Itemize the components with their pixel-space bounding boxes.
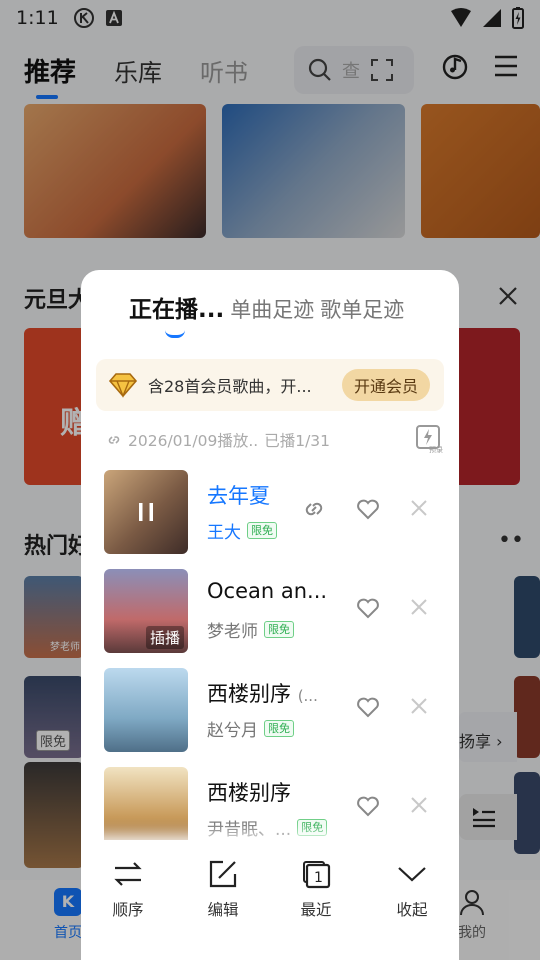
collapse-label: 收起 [396,901,428,919]
svg-text:预录: 预录 [429,445,443,454]
recent-button[interactable]: 1 最近 [281,858,351,920]
favorite-heart-icon[interactable] [355,694,381,720]
song-artist: 梦老师 限免 [207,617,294,642]
song-cover [104,767,188,851]
remove-song-icon[interactable] [409,597,429,617]
free-badge: 限免 [264,720,294,737]
song-cover [104,470,188,554]
remove-song-icon[interactable] [409,498,429,518]
song-title: Ocean an... [207,579,327,603]
play-history-row: 2026/01/09播放.. 已播1/31 [106,427,440,453]
order-label: 顺序 [112,901,144,919]
edit-icon [209,860,237,888]
tab-song-history[interactable]: 单曲足迹 [230,294,314,324]
song-artist: 尹昔眠、... 限免 [207,815,328,840]
song-artist-name: 赵兮月 [207,721,258,741]
preload-icon[interactable]: 预录 [415,424,445,454]
queue-tabs: 正在播... 单曲足迹 歌单足迹 [129,290,404,338]
song-list: 去年夏 王大 限免 插播 Ocean an... 梦老师 限免 西楼别序 (..… [81,468,459,864]
edit-label: 编辑 [207,901,239,919]
song-title: 去年夏 [207,480,270,510]
recent-icon: 1 [303,861,331,889]
remove-song-icon[interactable] [409,795,429,815]
song-title: 西楼别序 [207,777,291,807]
song-item[interactable]: 插播 Ocean an... 梦老师 限免 [81,567,459,666]
song-artist: 王大 限免 [207,518,277,543]
vip-promo-bar: 含28首会员歌曲，开... 开通会员 [96,359,444,411]
song-artist-name: 王大 [207,523,241,543]
chevron-down-icon [398,867,426,882]
tab-playlist-history[interactable]: 歌单足迹 [320,294,404,324]
svg-text:1: 1 [314,870,323,886]
free-badge: 限免 [247,522,277,539]
vip-diamond-icon [108,373,138,398]
favorite-heart-icon[interactable] [355,595,381,621]
order-mode-icon [114,862,142,886]
song-title: 西楼别序 (... [207,678,318,708]
playing-pause-icon[interactable] [134,500,158,524]
song-cover: 插播 [104,569,188,653]
open-vip-button[interactable]: 开通会员 [341,369,430,401]
song-artist-name: 梦老师 [207,622,258,642]
song-title-text: 西楼别序 [207,682,291,706]
song-title-text: Ocean an... [207,579,328,603]
play-queue-sheet: 正在播... 单曲足迹 歌单足迹 含28首会员歌曲，开... 开通会员 2026… [81,270,459,960]
free-badge: 限免 [297,819,328,836]
tab-now-playing-label: 正在播... [129,297,225,323]
tab-indicator [165,330,185,338]
song-item[interactable]: 去年夏 王大 限免 [81,468,459,567]
collapse-button[interactable]: 收起 [377,858,447,920]
song-title-text: 西楼别序 [207,781,291,805]
edit-button[interactable]: 编辑 [188,858,258,920]
link-small-icon [108,436,120,444]
tab-now-playing[interactable]: 正在播... [129,290,225,338]
song-title-text: 去年夏 [207,484,270,508]
history-date: 2026/01/09播放.. [128,432,259,450]
song-artist: 赵兮月 限免 [207,716,294,741]
link-icon[interactable] [301,496,327,522]
order-button[interactable]: 顺序 [93,858,163,920]
favorite-heart-icon[interactable] [355,793,381,819]
favorite-heart-icon[interactable] [355,496,381,522]
history-played: 已播1/31 [264,432,331,450]
insert-play-tag: 插播 [145,626,184,649]
queue-actions: 顺序 编辑 1 最近 收起 [81,840,459,960]
remove-song-icon[interactable] [409,696,429,716]
vip-promo-text: 含28首会员歌曲，开... [148,377,312,396]
song-title-extra: (... [297,687,318,705]
song-artist-name: 尹昔眠、... [207,820,292,840]
song-item[interactable]: 西楼别序 (... 赵兮月 限免 [81,666,459,765]
song-cover [104,668,188,752]
recent-label: 最近 [300,901,332,919]
free-badge: 限免 [264,621,294,638]
